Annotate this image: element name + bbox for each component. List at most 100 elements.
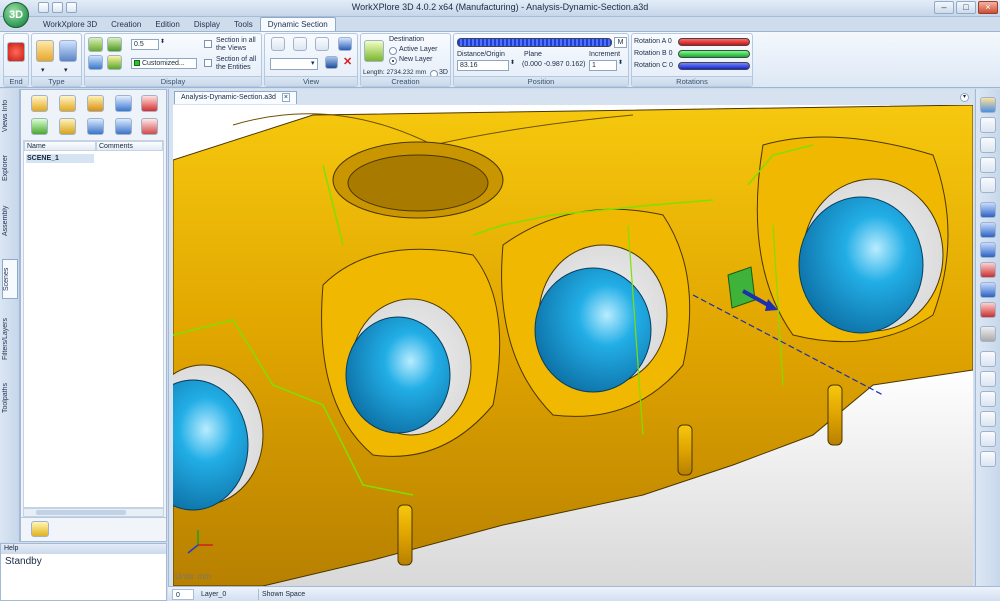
- section-box-icon[interactable]: [59, 40, 77, 62]
- group-position: M Distance/Origin 83.16 ⬍ Plane (0.000 -…: [453, 33, 629, 87]
- scrollbar-thumb[interactable]: [36, 510, 126, 515]
- view-back-icon[interactable]: [980, 282, 996, 298]
- spinner-icon[interactable]: ⬍: [160, 38, 165, 45]
- view-cube-icon[interactable]: [980, 97, 996, 113]
- layer-name[interactable]: Layer_0: [198, 589, 256, 600]
- rotation-b-slider[interactable]: [678, 50, 750, 58]
- display-component-icon[interactable]: [88, 55, 103, 70]
- tab-tools[interactable]: Tools: [227, 18, 260, 31]
- tab-views-info[interactable]: Views Info: [2, 95, 18, 137]
- scene-import-icon[interactable]: [87, 118, 104, 135]
- delete-icon[interactable]: ✕: [343, 55, 352, 68]
- table-row[interactable]: SCENE_1: [26, 154, 94, 163]
- close-button[interactable]: ×: [978, 1, 998, 14]
- tab-creation[interactable]: Creation: [104, 18, 148, 31]
- spinner-icon[interactable]: ⬍: [618, 59, 623, 66]
- color-select[interactable]: Customized...: [131, 58, 197, 69]
- crosshair-icon[interactable]: [980, 451, 996, 467]
- zoom-out-icon[interactable]: [980, 177, 996, 193]
- view-front-icon[interactable]: [980, 202, 996, 218]
- zoom-in-icon[interactable]: [980, 157, 996, 173]
- tab-workxplore[interactable]: WorkXplore 3D: [36, 18, 104, 31]
- rename-scene-icon[interactable]: [87, 95, 104, 112]
- chevron-down-icon[interactable]: ▾: [311, 59, 315, 67]
- m-button[interactable]: M: [614, 37, 627, 48]
- section-all-views-checkbox[interactable]: [204, 40, 212, 48]
- view-bottom-icon[interactable]: [980, 302, 996, 318]
- distance-label: Distance/Origin: [457, 51, 505, 58]
- four-views-icon[interactable]: [980, 411, 996, 427]
- new-scene-icon[interactable]: [31, 95, 48, 112]
- group-rotations: Rotation A 0 Rotation B 0 Rotation C 0 R…: [631, 33, 753, 87]
- display-fill-icon[interactable]: [107, 37, 122, 52]
- plane-label: Plane: [524, 51, 542, 58]
- info-icon[interactable]: [115, 95, 132, 112]
- column-header-comments[interactable]: Comments: [96, 141, 163, 151]
- scene-export-icon[interactable]: [115, 118, 132, 135]
- scene-animate-icon[interactable]: [141, 118, 158, 135]
- column-header-name[interactable]: Name: [24, 141, 96, 151]
- tab-explorer[interactable]: Explorer: [2, 149, 18, 187]
- plane-value: (0.000 -0.987 0.162): [522, 61, 586, 68]
- view-iso-icon[interactable]: [980, 326, 996, 342]
- rotation-c-slider[interactable]: [678, 62, 750, 70]
- tab-scenes[interactable]: Scenes: [2, 259, 18, 299]
- new-layer-radio[interactable]: [389, 57, 397, 65]
- view-right-icon[interactable]: [980, 242, 996, 258]
- position-slider[interactable]: [457, 38, 612, 47]
- increment-label: Increment: [589, 51, 621, 58]
- section-plane-icon[interactable]: [36, 40, 54, 62]
- increment-field[interactable]: 1: [589, 60, 617, 71]
- rotation-a-slider[interactable]: [678, 38, 750, 46]
- help-text: Standby: [5, 556, 42, 567]
- edit-scene-icon[interactable]: [59, 95, 76, 112]
- section-all-entities-checkbox[interactable]: [204, 59, 212, 67]
- split-horizontal-icon[interactable]: [980, 391, 996, 407]
- view-axis-icon[interactable]: [315, 37, 329, 51]
- display-value-field[interactable]: 0.5: [131, 39, 159, 50]
- delete-scene-icon[interactable]: [141, 95, 158, 112]
- chevron-down-icon[interactable]: ▾: [960, 93, 969, 102]
- window-controls: – □ ×: [934, 1, 998, 14]
- tab-display[interactable]: Display: [187, 18, 227, 31]
- horizontal-scrollbar[interactable]: [23, 508, 164, 517]
- zoom-all-icon[interactable]: [980, 117, 996, 133]
- check-scene-icon[interactable]: [31, 118, 48, 135]
- grid-icon[interactable]: [980, 431, 996, 447]
- zoom-window-icon[interactable]: [980, 137, 996, 153]
- split-vertical-icon[interactable]: [980, 371, 996, 387]
- tab-toolpaths[interactable]: Toolpaths: [2, 377, 18, 419]
- chevron-down-icon[interactable]: ▾: [41, 66, 45, 74]
- view-normal-icon[interactable]: [271, 37, 285, 51]
- 3d-viewport[interactable]: Units: mm: [173, 105, 973, 586]
- create-section-icon[interactable]: [364, 40, 384, 62]
- app-logo[interactable]: 3D: [3, 2, 29, 28]
- undo-icon[interactable]: [338, 37, 352, 51]
- active-layer-radio[interactable]: [389, 47, 397, 55]
- window-title: WorkXPlore 3D 4.0.2 x64 (Manufacturing) …: [351, 2, 649, 12]
- chevron-down-icon[interactable]: ▾: [64, 66, 68, 74]
- close-doc-icon[interactable]: ×: [281, 93, 290, 102]
- tab-filters-layers[interactable]: Filters/Layers: [2, 311, 18, 366]
- tab-dynamic-section[interactable]: Dynamic Section: [259, 17, 336, 31]
- end-section-icon[interactable]: [7, 42, 25, 62]
- distance-field[interactable]: 83.16: [457, 60, 509, 71]
- maximize-button[interactable]: □: [956, 1, 976, 14]
- view-reverse-icon[interactable]: [293, 37, 307, 51]
- view-left-icon[interactable]: [980, 262, 996, 278]
- layer-number-field[interactable]: 0: [172, 589, 194, 600]
- save-view-icon[interactable]: [325, 56, 338, 69]
- folder-open-icon[interactable]: [31, 521, 49, 537]
- minimize-button[interactable]: –: [934, 1, 954, 14]
- tab-edition[interactable]: Edition: [148, 18, 186, 31]
- tab-assembly[interactable]: Assembly: [2, 201, 18, 241]
- view-top-icon[interactable]: [980, 222, 996, 238]
- display-color-icon[interactable]: [107, 55, 122, 70]
- part-render: [173, 105, 973, 586]
- scene-settings-icon[interactable]: [59, 118, 76, 135]
- document-tab[interactable]: Analysis-Dynamic-Section.a3d ×: [174, 91, 297, 104]
- new-layer-label: New Layer: [399, 56, 433, 63]
- spinner-icon[interactable]: ⬍: [510, 59, 515, 66]
- display-mode-icon[interactable]: [88, 37, 103, 52]
- single-view-icon[interactable]: [980, 351, 996, 367]
